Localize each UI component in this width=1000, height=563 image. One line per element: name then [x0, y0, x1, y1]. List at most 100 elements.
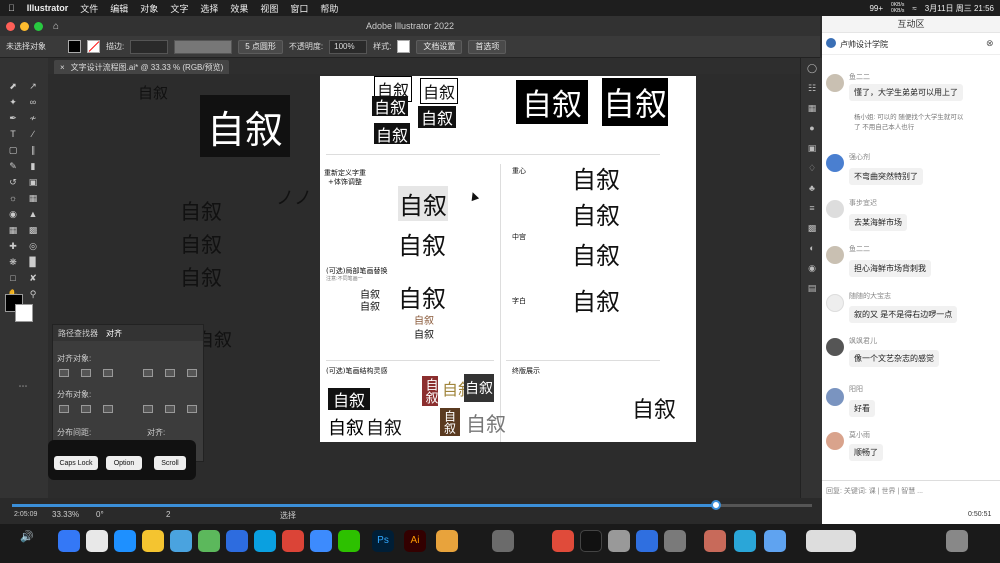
libraries-icon[interactable]: ▦	[806, 102, 818, 114]
tab-pathfinder[interactable]: 路径查找器	[58, 328, 98, 339]
transparency-icon[interactable]: ◐	[806, 242, 818, 254]
symbols-icon[interactable]: ♣	[806, 182, 818, 194]
app-light-blue-icon[interactable]	[764, 530, 786, 552]
artboard-tool-icon[interactable]: □	[6, 272, 20, 284]
align-right-icon[interactable]	[103, 369, 113, 377]
free-transform-icon[interactable]: ▦	[26, 192, 40, 204]
graphic-styles-icon[interactable]: ▤	[806, 282, 818, 294]
swatches-icon[interactable]: ▣	[806, 142, 818, 154]
structure-glyph-gray[interactable]: 自叙	[466, 408, 506, 437]
distribute-right-icon[interactable]	[187, 405, 197, 413]
align-bottom-icon[interactable]	[187, 369, 197, 377]
glyph-part-3[interactable]: 自叙	[414, 312, 434, 327]
wifi-icon[interactable]: ≈	[912, 4, 916, 13]
curvature-icon[interactable]: ≁	[26, 112, 40, 124]
glyph-weight-2[interactable]: 自叙	[398, 226, 446, 261]
style-swatch[interactable]	[397, 40, 411, 53]
structure-glyph-1[interactable]: 自叙	[328, 388, 370, 410]
stroke-color-box[interactable]	[15, 304, 33, 322]
minimize-window-button[interactable]	[20, 21, 29, 31]
message-text[interactable]: 叙的又 是不是得右边啰一点	[849, 306, 958, 323]
direct-selection-icon[interactable]: ↗	[26, 80, 40, 92]
magic-wand-icon[interactable]: ✦	[6, 96, 20, 108]
opacity-field[interactable]: 100%	[329, 39, 368, 54]
menu-type[interactable]: 文字	[170, 2, 188, 15]
color-icon[interactable]: ●	[806, 122, 818, 134]
chat-close-icon[interactable]: ⊗	[986, 38, 994, 49]
document-tab[interactable]: × 文字设计流程图.ai* @ 33.33 % (RGB/预览)	[54, 60, 230, 74]
align-top-icon[interactable]	[143, 369, 153, 377]
video-progress-knob[interactable]	[711, 500, 721, 510]
more-tools-icon[interactable]: ⋯	[16, 380, 30, 392]
glyph-center-2[interactable]: 自叙	[572, 196, 620, 231]
gradient-icon[interactable]: ▩	[26, 224, 40, 236]
properties-icon[interactable]: ◯	[806, 62, 818, 74]
recent-window-icon[interactable]	[806, 530, 856, 552]
qq-icon[interactable]	[142, 530, 164, 552]
photoshop-icon[interactable]: Ps	[372, 530, 394, 552]
eraser-icon[interactable]: ▮	[26, 160, 40, 172]
safari-icon[interactable]	[310, 530, 332, 552]
glyph-final[interactable]: 自叙	[632, 392, 676, 424]
menu-select[interactable]: 选择	[200, 2, 218, 15]
brushes-icon[interactable]: ♢	[806, 162, 818, 174]
canvas-glyph-2[interactable]: 自叙	[180, 229, 222, 259]
blender-icon[interactable]	[436, 530, 458, 552]
menu-window[interactable]: 窗口	[290, 2, 308, 15]
chrome-icon[interactable]	[282, 530, 304, 552]
distribute-top-icon[interactable]	[59, 405, 69, 413]
distribute-bottom-icon[interactable]	[103, 405, 113, 413]
distribute-hcenter-icon[interactable]	[165, 405, 175, 413]
distribute-left-icon[interactable]	[143, 405, 153, 413]
stroke-weight-field[interactable]	[130, 39, 169, 54]
graph-tool-icon[interactable]: ▉	[26, 256, 40, 268]
close-window-button[interactable]	[6, 21, 15, 31]
structure-glyph-brown[interactable]: 自叙	[440, 408, 460, 436]
app-blue-icon[interactable]	[636, 530, 658, 552]
artboard[interactable]: 自叙 自叙 自叙 自叙 自叙 自叙 自叙 重新定义字重 +体饰调整 自叙 自叙 …	[320, 76, 696, 442]
app-gray-icon[interactable]	[492, 530, 514, 552]
pencil-icon[interactable]: ✎	[6, 160, 20, 172]
gradient-panel-icon[interactable]: ▩	[806, 222, 818, 234]
canvas-stray-strokes[interactable]: ノノ	[276, 184, 312, 210]
brush-select[interactable]: 5 点圆形	[238, 39, 283, 54]
app-avatar-icon[interactable]	[704, 530, 726, 552]
pen-tool-icon[interactable]: ✒	[6, 112, 20, 124]
fill-swatch[interactable]	[68, 40, 81, 53]
system-settings-icon[interactable]	[608, 530, 630, 552]
message-text[interactable]: 像一个文艺杂志的感觉	[849, 350, 939, 367]
message-text[interactable]: 好看	[849, 400, 875, 417]
paintbrush-icon[interactable]: ∥	[26, 144, 40, 156]
wps-icon[interactable]	[552, 530, 574, 552]
rotation-value[interactable]: 0°	[96, 510, 104, 519]
perspective-icon[interactable]: ▲	[26, 208, 40, 220]
mesh-icon[interactable]: ▦	[6, 224, 20, 236]
apple-icon[interactable]: 	[8, 3, 15, 13]
glyph-outline-2[interactable]: 自叙	[420, 78, 459, 104]
eyedropper-icon[interactable]: ✚	[6, 240, 20, 252]
canvas-glyph-1[interactable]: 自叙	[180, 196, 222, 226]
illustrator-icon[interactable]: Ai	[404, 530, 426, 552]
glyph-black-2[interactable]: 自叙	[374, 123, 410, 145]
menu-view[interactable]: 视图	[260, 2, 278, 15]
distribute-vcenter-icon[interactable]	[81, 405, 91, 413]
volume-icon[interactable]: 🔊	[20, 530, 34, 543]
launchpad-icon[interactable]	[86, 530, 108, 552]
app-green-icon[interactable]	[198, 530, 220, 552]
align-vcenter-icon[interactable]	[165, 369, 175, 377]
glyph-part-2[interactable]: 自叙	[360, 298, 380, 313]
shape-builder-icon[interactable]: ◉	[6, 208, 20, 220]
message-text[interactable]: 不弯曲突然特别了	[849, 168, 923, 185]
message-text[interactable]: 懂了，大学生弟弟可以用上了	[849, 84, 963, 101]
variable-width-field[interactable]	[174, 39, 233, 54]
app-cyan-icon[interactable]	[734, 530, 756, 552]
selection-tool-icon[interactable]: ⬈	[6, 80, 20, 92]
home-icon[interactable]: ⌂	[53, 21, 59, 32]
clock[interactable]: 3月11日 周三 21:56	[925, 3, 994, 14]
message-text[interactable]: 去某海鲜市场	[849, 214, 907, 231]
artboard-number[interactable]: 2	[166, 510, 170, 519]
structure-glyph-red[interactable]: 自叙	[422, 376, 438, 406]
glyph-white[interactable]: 自叙	[572, 282, 620, 317]
glyph-large-box-1[interactable]: 自叙	[516, 80, 588, 124]
stroke-panel-icon[interactable]: ≡	[806, 202, 818, 214]
